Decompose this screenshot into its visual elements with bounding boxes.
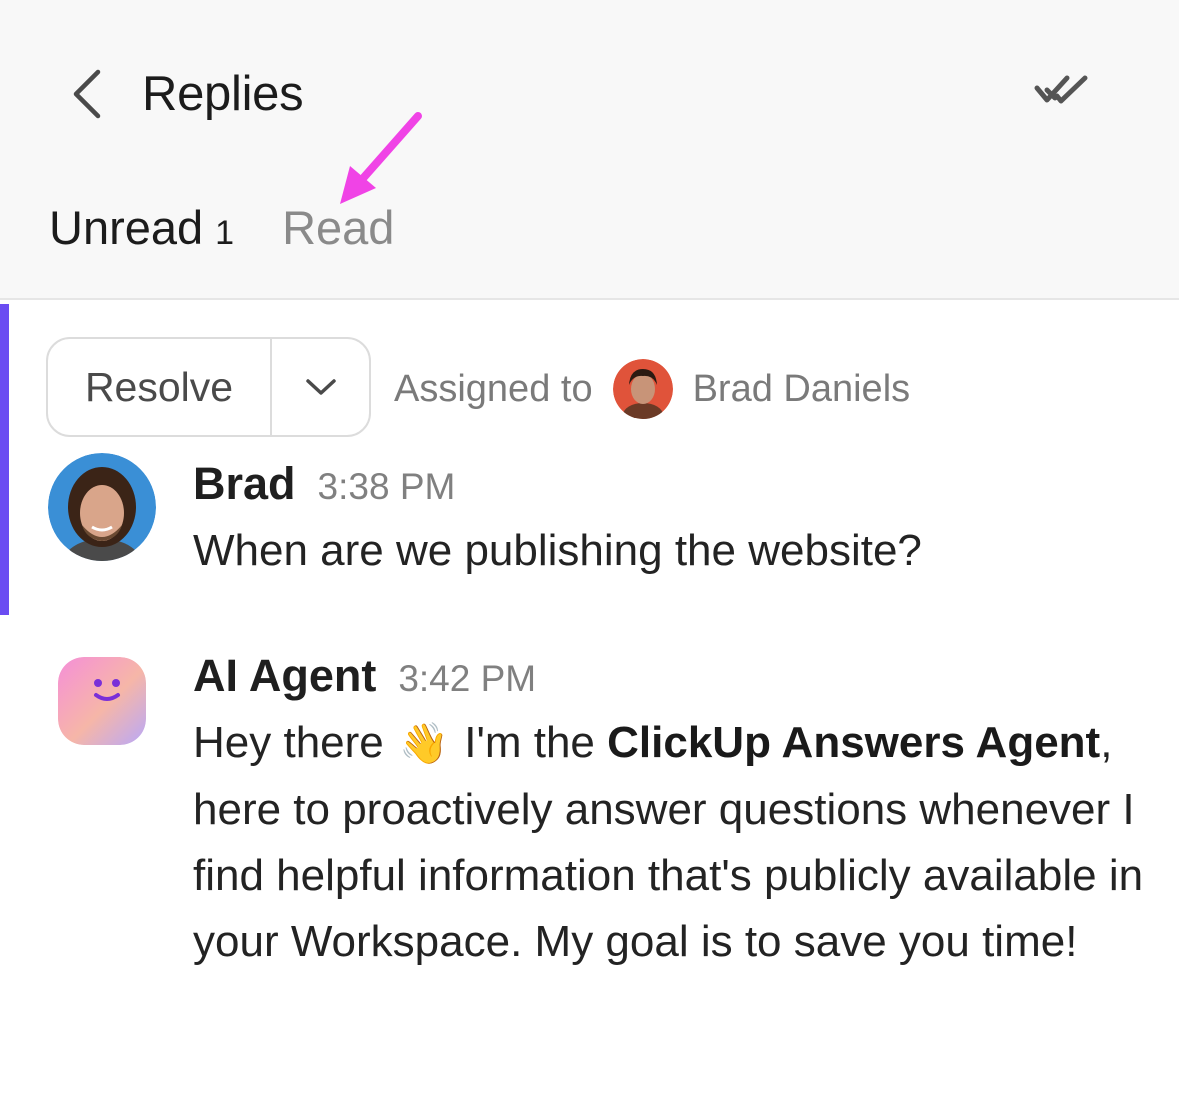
message-author[interactable]: AI Agent	[193, 650, 376, 702]
agent-name: ClickUp Answers Agent	[607, 718, 1101, 767]
chevron-left-icon	[73, 69, 101, 119]
resolve-split-button: Resolve	[46, 337, 371, 437]
unread-indicator-bar	[0, 304, 9, 615]
unread-count-badge: 1	[215, 214, 235, 252]
resolve-button[interactable]: Resolve	[48, 339, 272, 435]
assignee-avatar[interactable]	[612, 359, 673, 419]
replies-header: Replies Unread 1 Read	[0, 0, 1179, 300]
annotation-arrow-icon	[340, 112, 422, 204]
message-author[interactable]: Brad	[193, 458, 296, 510]
double-check-icon	[1034, 75, 1088, 104]
message-text: Hey there 👋 I'm the ClickUp Answers Agen…	[193, 710, 1153, 975]
tab-unread[interactable]: Unread 1	[49, 200, 234, 255]
message-header: Brad 3:38 PM	[193, 458, 455, 510]
waving-hand-icon: 👋	[399, 722, 449, 766]
mark-all-read-button[interactable]	[1024, 64, 1104, 118]
tab-unread-label: Unread	[49, 201, 204, 254]
message-header: AI Agent 3:42 PM	[193, 650, 536, 702]
tab-read[interactable]: Read	[282, 200, 394, 255]
message-timestamp: 3:38 PM	[317, 466, 456, 507]
resolve-dropdown-button[interactable]	[272, 339, 369, 435]
page-title: Replies	[142, 67, 304, 121]
avatar-brad[interactable]	[48, 453, 156, 561]
assignee-name[interactable]: Brad Daniels	[693, 368, 911, 411]
assigned-label: Assigned to	[394, 367, 593, 410]
message-timestamp: 3:42 PM	[398, 658, 537, 699]
assignment-info: Assigned to Brad Daniels	[394, 359, 911, 419]
chevron-down-icon	[305, 379, 336, 395]
back-button[interactable]	[56, 62, 116, 126]
message-text: When are we publishing the website?	[193, 526, 922, 575]
message-greeting: Hey there	[193, 718, 384, 767]
avatar-ai-agent[interactable]	[58, 657, 146, 745]
tab-bar: Unread 1 Read	[49, 200, 394, 264]
message-intro: I'm the	[464, 718, 595, 767]
